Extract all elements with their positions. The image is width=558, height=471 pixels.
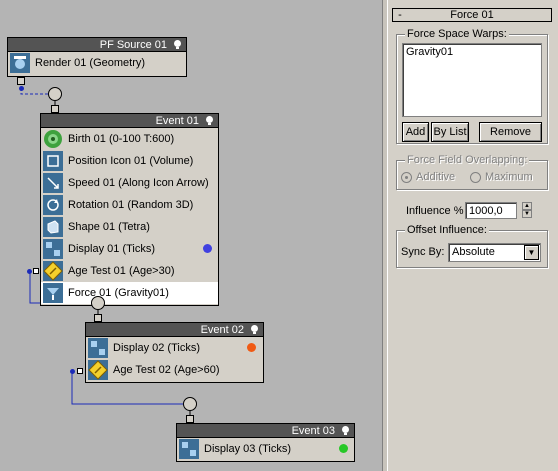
operator-label: Display 03 (Ticks)	[204, 443, 291, 455]
operator-shape[interactable]: Shape 01 (Tetra)	[41, 216, 218, 238]
event03-input-socket[interactable]	[183, 397, 197, 411]
operator-label: Rotation 01 (Random 3D)	[68, 199, 194, 211]
sync-by-label: Sync By:	[401, 246, 445, 258]
operator-label: Render 01 (Geometry)	[35, 57, 146, 69]
event02-title-bar[interactable]: Event 02	[86, 323, 263, 337]
operator-label: Birth 01 (0-100 T:600)	[68, 133, 175, 145]
display-icon	[43, 239, 63, 259]
overlapping-label: Force Field Overlapping:	[405, 154, 530, 166]
age-test-icon	[43, 261, 63, 281]
influence-label: Influence %	[406, 205, 464, 217]
radio-label: Additive	[416, 171, 456, 183]
operator-label: Force 01 (Gravity01)	[68, 287, 169, 299]
event03-node[interactable]: Event 03 Display 03 (Ticks)	[176, 423, 355, 462]
birth-icon	[44, 130, 62, 148]
list-item[interactable]: Gravity01	[406, 46, 538, 58]
display-color-swatch[interactable]	[339, 444, 348, 453]
influence-input[interactable]: 1000,0	[465, 202, 517, 219]
wire-anchor	[19, 86, 24, 91]
lightbulb-icon[interactable]	[340, 425, 351, 436]
operator-display[interactable]: Display 02 (Ticks)	[86, 337, 263, 359]
display-color-swatch[interactable]	[247, 343, 256, 352]
influence-spinner[interactable]: ▲ ▼	[522, 202, 532, 219]
event02-input-socket[interactable]	[91, 296, 105, 310]
spinner-down-icon[interactable]: ▼	[522, 210, 532, 218]
operator-display[interactable]: Display 03 (Ticks)	[177, 438, 354, 460]
parameters-panel: - Force 01 Force Space Warps: Gravity01 …	[388, 0, 558, 471]
space-warps-label: Force Space Warps:	[405, 28, 509, 40]
chevron-down-icon[interactable]: ▼	[524, 245, 539, 260]
lightbulb-icon[interactable]	[249, 324, 260, 335]
rollout-title: Force 01	[450, 9, 494, 21]
event02-input-port[interactable]	[94, 314, 102, 322]
radio-label: Maximum	[485, 171, 533, 183]
lightbulb-icon[interactable]	[204, 115, 215, 126]
force-icon	[43, 283, 63, 303]
pf-source-title-bar[interactable]: PF Source 01	[8, 38, 186, 52]
position-icon	[43, 151, 63, 171]
event02-title: Event 02	[200, 323, 244, 336]
add-button[interactable]: Add	[402, 122, 429, 142]
additive-radio[interactable]: Additive	[401, 171, 455, 183]
event03-title-bar[interactable]: Event 03	[177, 424, 354, 438]
spinner-up-icon[interactable]: ▲	[522, 202, 532, 210]
age-test-icon	[88, 360, 108, 380]
display-icon	[88, 338, 108, 358]
event01-input-port[interactable]	[51, 105, 59, 113]
lightbulb-icon[interactable]	[172, 39, 183, 50]
event03-title: Event 03	[291, 424, 335, 437]
operator-label: Position Icon 01 (Volume)	[68, 155, 194, 167]
operator-birth[interactable]: Birth 01 (0-100 T:600)	[41, 128, 218, 150]
collapse-toggle[interactable]: -	[393, 9, 407, 21]
operator-speed[interactable]: Speed 01 (Along Icon Arrow)	[41, 172, 218, 194]
operator-label: Speed 01 (Along Icon Arrow)	[68, 177, 209, 189]
space-warps-list[interactable]: Gravity01	[402, 43, 542, 117]
remove-button[interactable]: Remove	[479, 122, 542, 142]
operator-rotation[interactable]: Rotation 01 (Random 3D)	[41, 194, 218, 216]
operator-age-test[interactable]: Age Test 01 (Age>30)	[41, 260, 218, 282]
operator-force[interactable]: Force 01 (Gravity01)	[41, 282, 218, 304]
event01-node[interactable]: Event 01 Birth 01 (0-100 T:600) Position…	[40, 113, 219, 306]
event01-input-socket[interactable]	[48, 87, 62, 101]
operator-position-icon[interactable]: Position Icon 01 (Volume)	[41, 150, 218, 172]
operator-label: Age Test 01 (Age>30)	[68, 265, 175, 277]
display-icon	[179, 439, 199, 459]
operator-label: Age Test 02 (Age>60)	[113, 364, 220, 376]
operator-label: Display 01 (Ticks)	[68, 243, 155, 255]
pf-source-title: PF Source 01	[99, 38, 167, 51]
force-rollout-header[interactable]: - Force 01	[392, 8, 552, 22]
sync-by-dropdown[interactable]: Absolute ▼	[448, 243, 541, 262]
operator-label: Display 02 (Ticks)	[113, 342, 200, 354]
display-color-swatch[interactable]	[203, 244, 212, 253]
operator-display[interactable]: Display 01 (Ticks)	[41, 238, 218, 260]
event02-node[interactable]: Event 02 Display 02 (Ticks) Age Test 02 …	[85, 322, 264, 383]
event01-title-bar[interactable]: Event 01	[41, 114, 218, 128]
wire-anchor	[27, 269, 32, 274]
offset-influence-label: Offset Influence:	[405, 224, 489, 236]
source-output-port[interactable]	[17, 77, 25, 85]
render-icon	[10, 53, 30, 73]
radio-button[interactable]	[470, 171, 481, 183]
radio-button[interactable]	[401, 171, 412, 183]
by-list-button[interactable]: By List	[431, 122, 469, 142]
age-test01-output-port[interactable]	[33, 268, 39, 274]
sync-by-value: Absolute	[452, 246, 495, 258]
event03-input-port[interactable]	[186, 415, 194, 423]
particle-view-canvas[interactable]: PF Source 01 Render 01 (Geometry) Event …	[0, 0, 382, 471]
wire-anchor	[70, 369, 75, 374]
pf-source-node[interactable]: PF Source 01 Render 01 (Geometry)	[7, 37, 187, 77]
operator-age-test[interactable]: Age Test 02 (Age>60)	[86, 359, 263, 381]
rotation-icon	[43, 195, 63, 215]
maximum-radio[interactable]: Maximum	[470, 171, 533, 183]
age-test02-output-port[interactable]	[77, 368, 83, 374]
event01-title: Event 01	[155, 114, 199, 127]
operator-label: Shape 01 (Tetra)	[68, 221, 150, 233]
shape-icon	[43, 217, 63, 237]
wire-source-to-event01	[20, 88, 48, 95]
speed-icon	[43, 173, 63, 193]
operator-render[interactable]: Render 01 (Geometry)	[8, 52, 186, 74]
